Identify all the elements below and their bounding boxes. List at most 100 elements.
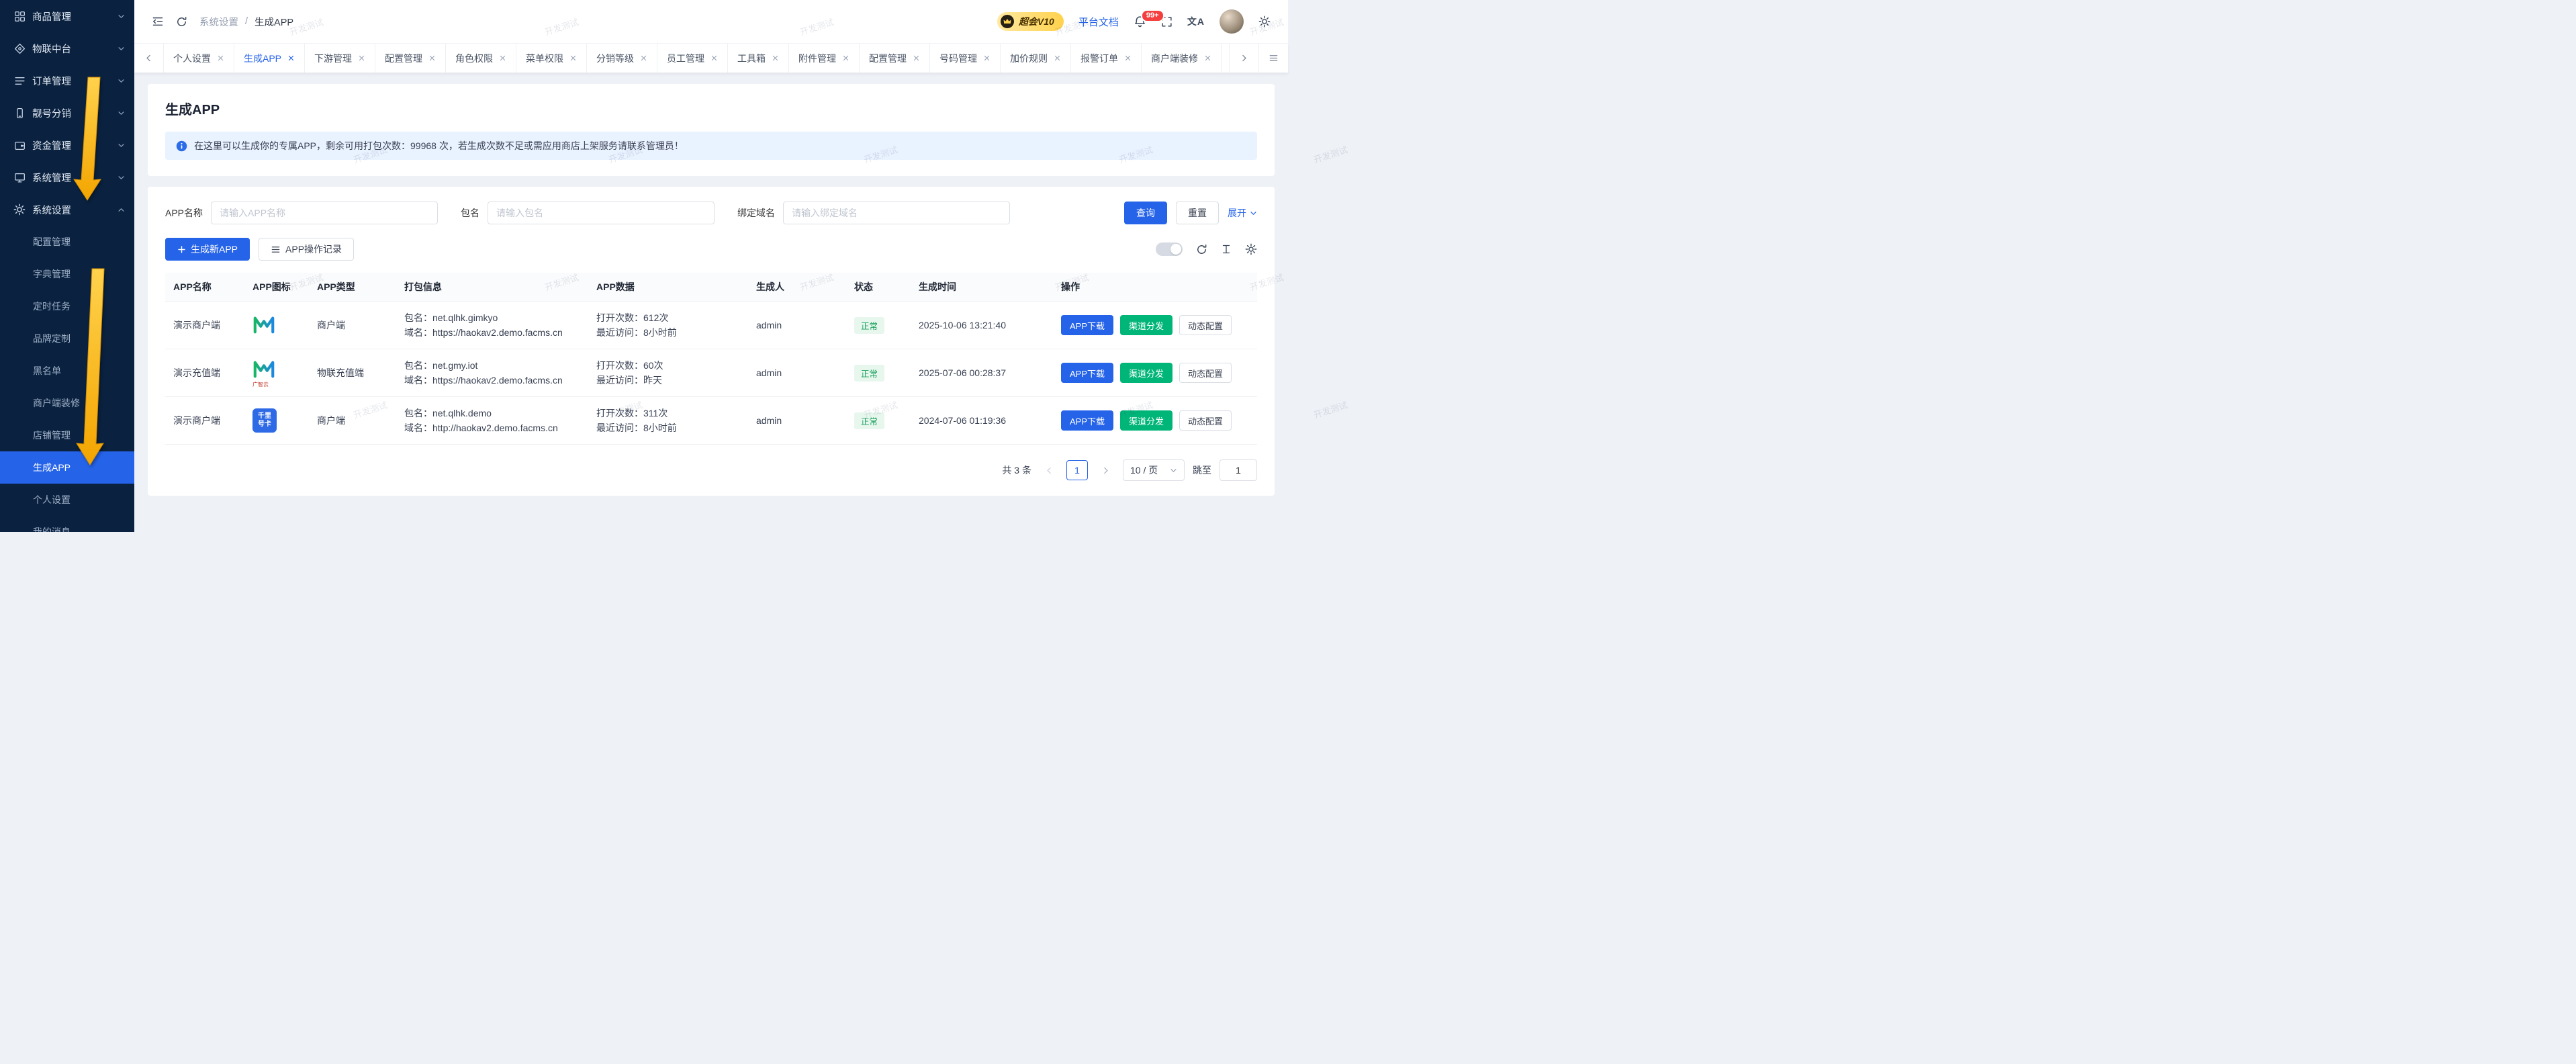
refresh-table-icon[interactable] xyxy=(1196,244,1207,255)
reset-button[interactable]: 重置 xyxy=(1176,202,1219,224)
avatar[interactable] xyxy=(1220,9,1244,34)
expand-toggle[interactable]: 展开 xyxy=(1228,206,1257,220)
sidebar-subitem-生成APP[interactable]: 生成APP xyxy=(0,451,134,484)
tab-菜单权限[interactable]: 菜单权限 xyxy=(516,44,587,73)
sidebar-item-靓号分销[interactable]: 靓号分销 xyxy=(0,97,134,129)
filter-input-绑定域名[interactable] xyxy=(783,202,1010,224)
app-list-card: APP名称 包名 绑定域名 查询 重置 展开 xyxy=(148,187,1275,496)
close-tab-icon[interactable] xyxy=(1204,54,1211,62)
sidebar-subitem-商户端装修[interactable]: 商户端装修 xyxy=(0,387,134,419)
tab-下游管理[interactable]: 下游管理 xyxy=(305,44,375,73)
phone-icon xyxy=(13,107,26,119)
sidebar-subitem-品牌定制[interactable]: 品牌定制 xyxy=(0,322,134,355)
close-tab-icon[interactable] xyxy=(1124,54,1132,62)
action-渠道分发[interactable]: 渠道分发 xyxy=(1120,410,1172,431)
tab-加价规则[interactable]: 加价规则 xyxy=(1001,44,1071,73)
filter-input-APP名称[interactable] xyxy=(211,202,438,224)
sidebar-subitem-字典管理[interactable]: 字典管理 xyxy=(0,258,134,290)
tab-员工管理[interactable]: 员工管理 xyxy=(657,44,728,73)
close-tab-icon[interactable] xyxy=(569,54,577,62)
language-icon[interactable]: 文A xyxy=(1187,15,1205,28)
sidebar-subitem-个人设置[interactable]: 个人设置 xyxy=(0,484,134,516)
breadcrumb-parent[interactable]: 系统设置 xyxy=(199,15,238,29)
current-page-button[interactable]: 1 xyxy=(1066,460,1088,480)
sidebar-item-系统设置[interactable]: 系统设置 xyxy=(0,193,134,226)
col-header-APP数据: APP数据 xyxy=(588,273,748,302)
close-tab-icon[interactable] xyxy=(499,54,506,62)
tab-分销等级[interactable]: 分销等级 xyxy=(587,44,657,73)
jump-page-input[interactable] xyxy=(1220,459,1257,481)
app-icon: 广智云 xyxy=(252,359,301,388)
sidebar-item-订单管理[interactable]: 订单管理 xyxy=(0,64,134,97)
close-tab-icon[interactable] xyxy=(983,54,991,62)
action-渠道分发[interactable]: 渠道分发 xyxy=(1120,315,1172,335)
tab-商户端装修[interactable]: 商户端装修 xyxy=(1142,44,1222,73)
page-size-select[interactable]: 10 / 页 xyxy=(1123,459,1185,481)
action-动态配置[interactable]: 动态配置 xyxy=(1179,363,1232,383)
close-tab-icon[interactable] xyxy=(1054,54,1061,62)
row-height-icon[interactable] xyxy=(1221,244,1232,255)
scroll-tabs-left-button[interactable] xyxy=(134,44,164,73)
app-icon xyxy=(252,314,301,337)
gear-icon xyxy=(13,204,26,216)
sidebar-subitem-店铺管理[interactable]: 店铺管理 xyxy=(0,419,134,451)
page-header-card: 生成APP 在这里可以生成你的专属APP，剩余可用打包次数：99968 次，若生… xyxy=(148,84,1275,176)
sidebar-item-资金管理[interactable]: 资金管理 xyxy=(0,129,134,161)
tab-工具箱[interactable]: 工具箱 xyxy=(728,44,789,73)
close-tab-icon[interactable] xyxy=(217,54,224,62)
sidebar-item-系统管理[interactable]: 系统管理 xyxy=(0,161,134,193)
action-APP下载[interactable]: APP下载 xyxy=(1061,363,1113,383)
notifications-button[interactable]: 99+ xyxy=(1134,15,1146,28)
sidebar: 商品管理 物联中台 订单管理 靓号分销 资金管理 系统管理 系统设置 配置管理 … xyxy=(0,0,134,532)
refresh-page-icon[interactable] xyxy=(176,16,187,28)
sidebar-subitem-定时任务[interactable]: 定时任务 xyxy=(0,290,134,322)
table-toggle[interactable] xyxy=(1156,242,1183,256)
cell-app-data: 打开次数：612次最近访问：8小时前 xyxy=(588,302,748,349)
action-动态配置[interactable]: 动态配置 xyxy=(1179,410,1232,431)
close-tab-icon[interactable] xyxy=(913,54,920,62)
close-tab-icon[interactable] xyxy=(640,54,647,62)
next-page-button[interactable] xyxy=(1096,460,1115,480)
tab-报警订单[interactable]: 报警订单 xyxy=(1071,44,1142,73)
tab-actions-button[interactable] xyxy=(1258,44,1288,73)
scroll-tabs-right-button[interactable] xyxy=(1229,44,1258,73)
tab-角色权限[interactable]: 角色权限 xyxy=(446,44,516,73)
table-row: 演示商户端商户端包名：net.qlhk.gimkyo域名：https://hao… xyxy=(165,302,1257,349)
sidebar-subitem-配置管理[interactable]: 配置管理 xyxy=(0,226,134,258)
tab-号码管理[interactable]: 号码管理 xyxy=(930,44,1001,73)
close-tab-icon[interactable] xyxy=(287,54,295,62)
action-APP下载[interactable]: APP下载 xyxy=(1061,410,1113,431)
sidebar-subitem-我的消息[interactable]: 我的消息 xyxy=(0,516,134,532)
app-log-button[interactable]: APP操作记录 xyxy=(259,238,354,261)
collapse-sidebar-icon[interactable] xyxy=(152,15,164,28)
action-渠道分发[interactable]: 渠道分发 xyxy=(1120,363,1172,383)
tab-生成APP[interactable]: 生成APP xyxy=(234,44,305,73)
action-动态配置[interactable]: 动态配置 xyxy=(1179,315,1232,335)
tab-个人设置[interactable]: 个人设置 xyxy=(164,44,234,73)
action-APP下载[interactable]: APP下载 xyxy=(1061,315,1113,335)
chevron-icon xyxy=(118,174,125,181)
app-root: 商品管理 物联中台 订单管理 靓号分销 资金管理 系统管理 系统设置 配置管理 … xyxy=(0,0,1288,532)
filter-input-包名[interactable] xyxy=(488,202,715,224)
cell-created-time: 2025-10-06 13:21:40 xyxy=(911,302,1053,349)
create-app-button[interactable]: 生成新APP xyxy=(165,238,250,261)
close-tab-icon[interactable] xyxy=(842,54,849,62)
vip-badge[interactable]: 超会V10 xyxy=(997,12,1064,31)
platform-docs-link[interactable]: 平台文档 xyxy=(1078,15,1119,29)
sidebar-item-商品管理[interactable]: 商品管理 xyxy=(0,0,134,32)
column-settings-icon[interactable] xyxy=(1245,243,1257,255)
tab-附件管理[interactable]: 附件管理 xyxy=(789,44,860,73)
tab-配置管理[interactable]: 配置管理 xyxy=(375,44,446,73)
sidebar-subitem-黑名单[interactable]: 黑名单 xyxy=(0,355,134,387)
search-button[interactable]: 查询 xyxy=(1124,202,1167,224)
table-body: 演示商户端商户端包名：net.qlhk.gimkyo域名：https://hao… xyxy=(165,302,1257,445)
tab-配置管理[interactable]: 配置管理 xyxy=(860,44,930,73)
settings-icon[interactable] xyxy=(1258,15,1271,28)
plus-icon xyxy=(177,245,186,254)
close-tab-icon[interactable] xyxy=(358,54,365,62)
prev-page-button[interactable] xyxy=(1040,460,1058,480)
close-tab-icon[interactable] xyxy=(428,54,436,62)
close-tab-icon[interactable] xyxy=(772,54,779,62)
close-tab-icon[interactable] xyxy=(710,54,718,62)
sidebar-item-物联中台[interactable]: 物联中台 xyxy=(0,32,134,64)
